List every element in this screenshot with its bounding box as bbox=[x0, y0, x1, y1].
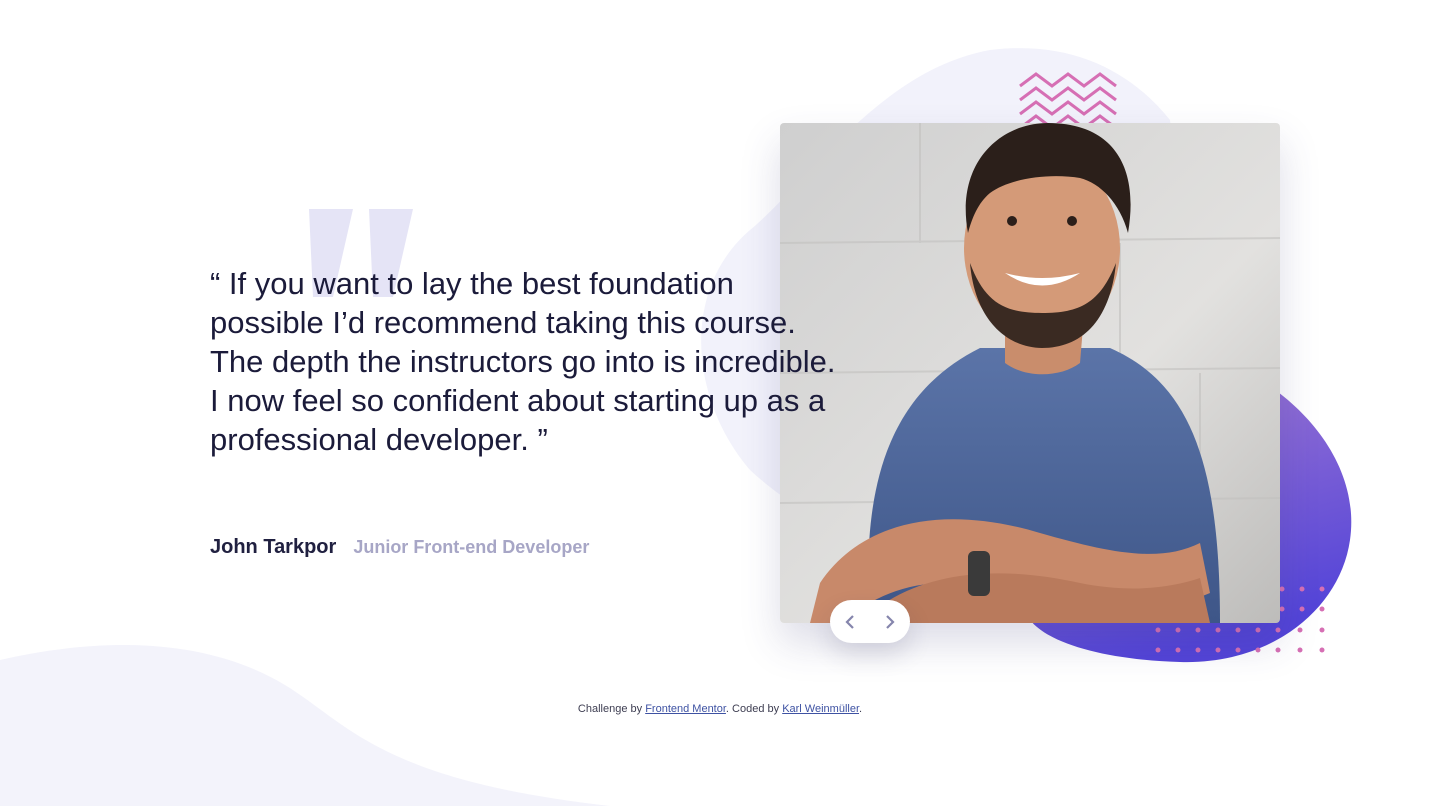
testimonial-author: John Tarkpor Junior Front-end Developer bbox=[210, 536, 589, 559]
previous-button[interactable] bbox=[830, 600, 870, 643]
next-button[interactable] bbox=[870, 600, 910, 643]
testimonial-photo bbox=[780, 123, 1280, 623]
author-name: John Tarkpor bbox=[210, 536, 337, 558]
chevron-right-icon bbox=[886, 614, 895, 629]
attribution-prefix: Challenge by bbox=[577, 703, 646, 715]
attribution-suffix: . bbox=[859, 703, 863, 715]
testimonial-quote: “ If you want to lay the best foundation… bbox=[210, 266, 836, 457]
frontend-mentor-link[interactable]: Frontend Mentor bbox=[645, 703, 726, 715]
attribution-middle: . Coded by bbox=[725, 703, 783, 715]
author-role: Junior Front-end Developer bbox=[353, 537, 590, 557]
slider-navigation bbox=[830, 600, 910, 643]
author-link[interactable]: Karl Weinmüller bbox=[782, 703, 859, 715]
attribution: Challenge by Frontend Mentor. Coded by K… bbox=[0, 703, 1440, 715]
bottom-curve-background bbox=[0, 645, 610, 806]
chevron-left-icon bbox=[845, 614, 854, 629]
zigzag-pattern-icon bbox=[1019, 72, 1117, 126]
